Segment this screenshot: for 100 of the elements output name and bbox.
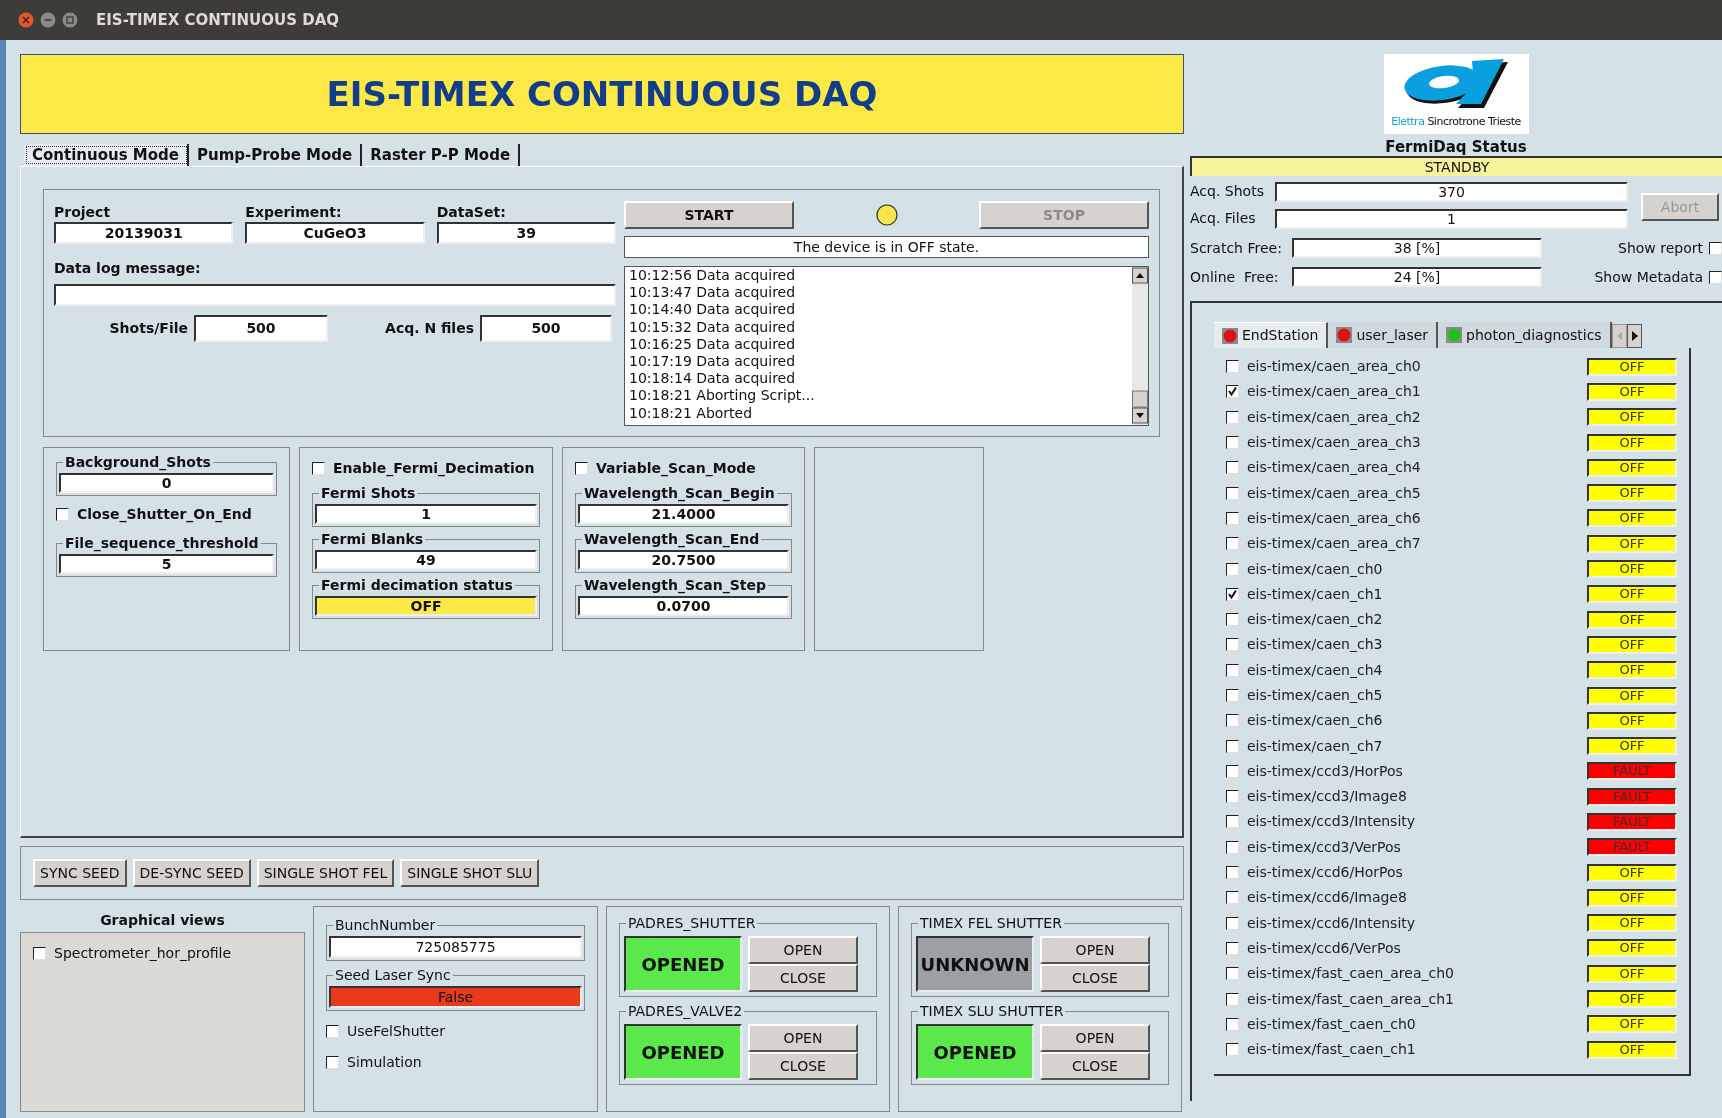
checkbox[interactable] bbox=[326, 1056, 339, 1069]
open-button[interactable]: OPEN bbox=[1040, 936, 1150, 964]
checkbox[interactable] bbox=[1226, 689, 1239, 702]
device-name: eis-timex/fast_caen_area_ch0 bbox=[1247, 964, 1454, 984]
checkbox[interactable] bbox=[1226, 992, 1239, 1006]
checkbox[interactable] bbox=[1226, 613, 1239, 627]
input-field[interactable]: 21.4000 bbox=[578, 504, 789, 524]
close-button[interactable]: CLOSE bbox=[748, 964, 858, 992]
maximize-icon[interactable] bbox=[62, 12, 78, 28]
input-field[interactable]: 5 bbox=[59, 554, 274, 574]
checkbox[interactable] bbox=[1226, 562, 1239, 576]
device-name: eis-timex/ccd3/VerPos bbox=[1247, 837, 1401, 857]
checkbox[interactable] bbox=[1226, 385, 1239, 399]
checkbox[interactable] bbox=[1226, 840, 1239, 854]
input-field[interactable]: 1 bbox=[315, 504, 537, 524]
group-label: TIMEX FEL SHUTTER bbox=[919, 914, 1063, 933]
close-button[interactable]: CLOSE bbox=[748, 1052, 858, 1080]
input-field[interactable]: 49 bbox=[315, 550, 537, 570]
input-field[interactable]: 38 [%] bbox=[1292, 238, 1542, 258]
input-field[interactable]: 370 bbox=[1275, 181, 1628, 202]
input-field[interactable]: 0.0700 bbox=[578, 596, 789, 616]
checkbox[interactable] bbox=[1226, 790, 1239, 804]
checkbox[interactable] bbox=[1226, 461, 1239, 475]
checkbox[interactable] bbox=[326, 1025, 339, 1038]
group-label: File_sequence_threshold bbox=[64, 534, 260, 554]
input-field[interactable]: 24 [%] bbox=[1292, 267, 1542, 287]
mode-tab[interactable]: Pump-Probe Mode bbox=[188, 144, 363, 166]
close-button[interactable]: CLOSE bbox=[1040, 964, 1150, 992]
device-tab[interactable]: photon_diagnostics bbox=[1438, 322, 1612, 348]
checkbox[interactable] bbox=[1226, 360, 1239, 374]
group-label: Wavelength_Scan_Step bbox=[583, 576, 768, 596]
device-tab[interactable]: EndStation bbox=[1214, 322, 1329, 348]
device-state: OFF bbox=[1587, 939, 1677, 958]
mode-tab[interactable]: Raster P-P Mode bbox=[362, 144, 521, 166]
checkbox[interactable] bbox=[1226, 714, 1239, 728]
device-name: eis-timex/caen_area_ch5 bbox=[1247, 483, 1421, 503]
open-button[interactable]: OPEN bbox=[1040, 1024, 1150, 1052]
device-state: OFF bbox=[1587, 585, 1677, 604]
device-state: OFF bbox=[1587, 484, 1677, 503]
device-state: FAULT bbox=[1587, 787, 1677, 806]
checkbox[interactable] bbox=[1226, 1017, 1239, 1031]
input-field[interactable]: 500 bbox=[480, 315, 612, 342]
group-label: Wavelength_Scan_Begin bbox=[583, 484, 776, 504]
close-icon[interactable] bbox=[18, 12, 34, 28]
log-entry: 10:13:47 Data acquired bbox=[629, 284, 797, 302]
shutter-state: UNKNOWN bbox=[916, 936, 1034, 992]
action-button[interactable]: SINGLE SHOT FEL bbox=[256, 859, 395, 887]
checkbox[interactable] bbox=[1226, 815, 1239, 829]
checkbox[interactable] bbox=[1226, 866, 1239, 880]
device-name: eis-timex/ccd3/HorPos bbox=[1247, 761, 1403, 781]
input-field[interactable]: 39 bbox=[436, 222, 616, 244]
device-name: eis-timex/caen_ch4 bbox=[1247, 660, 1383, 680]
open-button[interactable]: OPEN bbox=[748, 936, 858, 964]
input-field[interactable]: 1 bbox=[1275, 208, 1628, 229]
device-name: eis-timex/fast_caen_area_ch1 bbox=[1247, 989, 1454, 1009]
device-state: OFF bbox=[1587, 509, 1677, 528]
input-field[interactable]: 725085775 bbox=[329, 936, 582, 958]
input-field[interactable] bbox=[54, 284, 616, 306]
checkbox[interactable] bbox=[1226, 941, 1239, 955]
checkbox[interactable] bbox=[312, 462, 325, 475]
mode-tab[interactable]: Continuous Mode bbox=[24, 144, 189, 166]
input-field[interactable]: CuGeO3 bbox=[245, 222, 425, 244]
checkbox[interactable] bbox=[1226, 410, 1239, 424]
checkbox[interactable] bbox=[1709, 241, 1722, 255]
input-field[interactable]: 0 bbox=[59, 473, 274, 493]
input-field[interactable]: 20.7500 bbox=[578, 550, 789, 570]
checkbox[interactable] bbox=[1226, 663, 1239, 677]
checkbox[interactable] bbox=[1226, 537, 1239, 551]
checkbox[interactable] bbox=[1226, 1043, 1239, 1057]
checkbox[interactable] bbox=[1226, 739, 1239, 753]
start-button[interactable]: START bbox=[624, 201, 794, 229]
checkbox[interactable] bbox=[1226, 764, 1239, 778]
scrollbar[interactable] bbox=[1132, 267, 1148, 425]
tab-scroll-arrows[interactable] bbox=[1611, 324, 1642, 348]
device-name: eis-timex/caen_area_ch3 bbox=[1247, 433, 1421, 453]
open-button[interactable]: OPEN bbox=[748, 1024, 858, 1052]
checkbox[interactable] bbox=[1226, 891, 1239, 905]
checkbox[interactable] bbox=[56, 508, 69, 521]
close-button[interactable]: CLOSE bbox=[1040, 1052, 1150, 1080]
device-tab[interactable]: user_laser bbox=[1328, 322, 1439, 348]
minimize-icon[interactable] bbox=[40, 12, 56, 28]
device-state: OFF bbox=[1587, 863, 1677, 882]
checkbox[interactable] bbox=[1226, 511, 1239, 525]
checkbox[interactable] bbox=[575, 462, 588, 475]
field-label: Data log message: bbox=[54, 259, 202, 278]
checkbox[interactable] bbox=[1226, 486, 1239, 500]
checkbox[interactable] bbox=[1226, 587, 1239, 601]
input-field[interactable]: 500 bbox=[194, 315, 328, 342]
action-button[interactable]: SINGLE SHOT SLU bbox=[400, 859, 540, 887]
checkbox[interactable] bbox=[1226, 638, 1239, 652]
checkbox[interactable] bbox=[1226, 916, 1239, 930]
action-button[interactable]: SYNC SEED bbox=[33, 859, 127, 887]
checkbox[interactable] bbox=[1226, 967, 1239, 981]
checkbox[interactable] bbox=[33, 947, 46, 960]
checkbox[interactable] bbox=[1226, 436, 1239, 450]
checkbox[interactable] bbox=[1709, 270, 1722, 284]
action-button[interactable]: DE-SYNC SEED bbox=[132, 859, 251, 887]
field-label: Acq. Files bbox=[1190, 209, 1257, 228]
input-field[interactable]: 20139031 bbox=[54, 222, 234, 244]
device-name: eis-timex/caen_area_ch4 bbox=[1247, 458, 1421, 478]
